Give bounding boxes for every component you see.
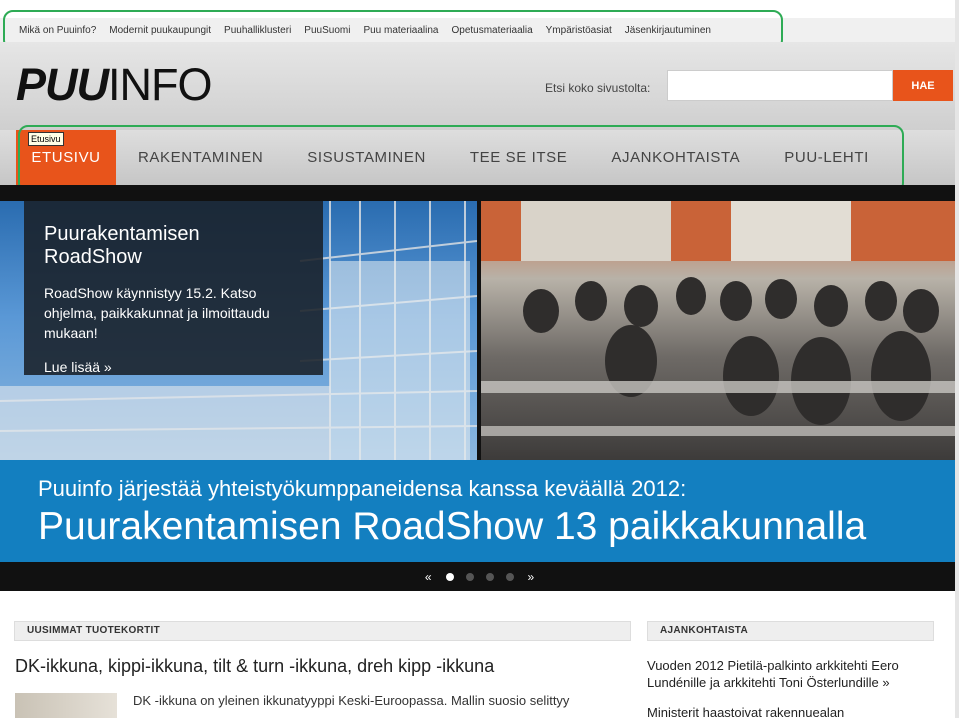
article-title-link[interactable]: DK-ikkuna, kippi-ikkuna, tilt & turn -ik…: [15, 656, 494, 677]
toplink-puu-materiaalina[interactable]: Puu materiaalina: [363, 25, 438, 36]
logo-part-info: INFO: [108, 59, 212, 110]
slider-pager: « »: [0, 562, 959, 591]
banner-subtitle: Puuinfo järjestää yhteistyökumppaneidens…: [38, 476, 687, 501]
nav-rakentaminen[interactable]: RAKENTAMINEN: [116, 130, 285, 185]
hero-caption-box: Puurakentamisen RoadShow RoadShow käynni…: [24, 201, 323, 375]
toplink-modernit-puukaupungit[interactable]: Modernit puukaupungit: [109, 25, 211, 36]
toplink-puuhalliklusteri[interactable]: Puuhalliklusteri: [224, 25, 291, 36]
toplink-mika-on-puuinfo[interactable]: Mikä on Puuinfo?: [19, 25, 96, 36]
latest-product-cards-heading: UUSIMMAT TUOTEKORTIT: [14, 621, 631, 641]
logo-part-puu: PUU: [16, 59, 109, 110]
article-excerpt: DK -ikkuna on yleinen ikkunatyyppi Keski…: [133, 693, 570, 708]
roadshow-banner[interactable]: Puuinfo järjestää yhteistyökumppaneidens…: [0, 460, 959, 562]
main-navigation: ETUSIVU RAKENTAMINEN SISUSTAMINEN TEE SE…: [0, 130, 959, 185]
pager-dot-2[interactable]: [465, 572, 474, 581]
search-input[interactable]: [667, 70, 893, 101]
top-links-bar: Mikä on Puuinfo? Modernit puukaupungit P…: [0, 18, 959, 42]
news-item-link[interactable]: Ministerit haastoivat rakennuealan: [647, 705, 937, 718]
toplink-jasenkirjautuminen[interactable]: Jäsenkirjautuminen: [625, 25, 711, 36]
puuinfo-logo[interactable]: PUUINFO: [16, 59, 213, 110]
hero-title: Puurakentamisen RoadShow: [44, 223, 200, 268]
nav-puu-lehti[interactable]: PUU-LEHTI: [762, 130, 891, 185]
page-edge: [955, 0, 959, 718]
hero-image-audience: [481, 201, 959, 460]
nav-divider-bar: [0, 185, 959, 201]
nav-sisustaminen[interactable]: SISUSTAMINEN: [285, 130, 448, 185]
news-item-link[interactable]: Vuoden 2012 Pietilä-palkinto arkkitehti …: [647, 657, 937, 691]
site-header: PUUINFO Etsi koko sivustolta: HAE: [0, 42, 959, 130]
read-more-link[interactable]: Lue lisää »: [44, 359, 112, 375]
news-heading: AJANKOHTAISTA: [647, 621, 934, 641]
toplink-ymparistoasiat[interactable]: Ympäristöasiat: [546, 25, 612, 36]
toplink-puusuomi[interactable]: PuuSuomi: [304, 25, 350, 36]
nav-ajankohtaista[interactable]: AJANKOHTAISTA: [589, 130, 762, 185]
search-label: Etsi koko sivustolta:: [545, 81, 651, 95]
toplink-opetusmateriaalia[interactable]: Opetusmateriaalia: [451, 25, 532, 36]
pager-prev-button[interactable]: «: [425, 570, 432, 584]
etusivu-tooltip: Etusivu: [28, 132, 64, 146]
banner-title: Puurakentamisen RoadShow 13 paikkakunnal…: [38, 505, 867, 548]
hero-text: RoadShow käynnistyy 15.2. Katso ohjelma,…: [44, 285, 270, 341]
audience-graphic: [481, 201, 959, 436]
article-thumbnail[interactable]: [15, 693, 117, 718]
pager-dot-1[interactable]: [445, 572, 454, 581]
hero-image-scaffolding: Puurakentamisen RoadShow RoadShow käynni…: [0, 201, 477, 460]
search-button[interactable]: HAE: [893, 70, 953, 101]
pager-dot-4[interactable]: [505, 572, 514, 581]
nav-tee-se-itse[interactable]: TEE SE ITSE: [448, 130, 589, 185]
pager-dot-3[interactable]: [485, 572, 494, 581]
pager-next-button[interactable]: »: [528, 570, 535, 584]
hero-slider: Puurakentamisen RoadShow RoadShow käynni…: [0, 201, 959, 591]
